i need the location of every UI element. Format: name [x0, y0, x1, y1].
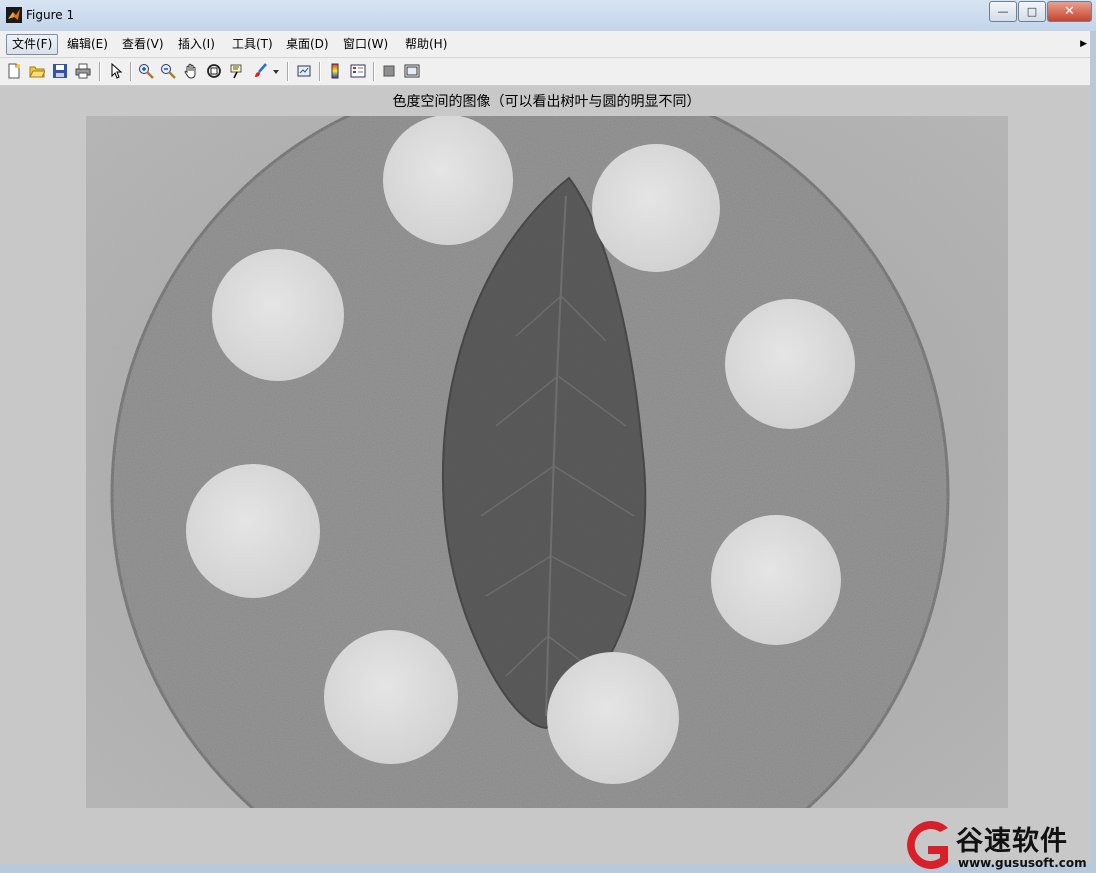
show-plot-tools-icon[interactable] — [402, 61, 422, 81]
menu-file[interactable]: 文件(F) — [6, 34, 59, 55]
print-icon[interactable] — [73, 61, 93, 81]
window-controls: — □ ✕ — [988, 1, 1092, 22]
hide-plot-tools-icon[interactable] — [379, 61, 399, 81]
menu-help[interactable]: 帮助(H) — [400, 35, 452, 54]
open-file-icon[interactable] — [27, 61, 47, 81]
legend-icon[interactable] — [348, 61, 368, 81]
new-figure-icon[interactable] — [4, 61, 24, 81]
rotate-3d-icon[interactable] — [204, 61, 224, 81]
toolbar-separator — [319, 62, 321, 81]
toolbar-separator — [99, 62, 101, 81]
link-plot-icon[interactable] — [294, 61, 314, 81]
matlab-logo-icon — [6, 7, 22, 23]
dropdown-arrow-icon[interactable] — [270, 61, 282, 81]
pointer-icon[interactable] — [106, 61, 126, 81]
toolbar-separator — [373, 62, 375, 81]
window-title: Figure 1 — [26, 8, 75, 22]
image-display — [86, 116, 1008, 808]
menu-insert[interactable]: 插入(I) — [173, 35, 220, 54]
maximize-button[interactable]: □ — [1018, 1, 1046, 22]
gususoft-logo-icon — [907, 821, 948, 869]
plot-title: 色度空间的图像（可以看出树叶与圆的明显不同） — [392, 94, 701, 110]
menu-bar: 文件(F) 编辑(E) 查看(V) 插入(I) 工具(T) 桌面(D) 窗口(W… — [0, 31, 1096, 58]
toolbar-separator — [287, 62, 289, 81]
figure-canvas[interactable]: 色度空间的图像（可以看出树叶与圆的明显不同） — [4, 86, 1089, 864]
watermark-url: www.gususoft.com — [958, 856, 1087, 870]
pan-hand-icon[interactable] — [181, 61, 201, 81]
watermark-brand: 谷速软件 — [956, 826, 1068, 857]
menu-view[interactable]: 查看(V) — [117, 35, 169, 54]
close-button[interactable]: ✕ — [1047, 1, 1092, 22]
brush-icon[interactable] — [250, 61, 270, 81]
minimize-button[interactable]: — — [989, 1, 1017, 22]
toolbar-separator — [130, 62, 132, 81]
data-cursor-icon[interactable] — [227, 61, 247, 81]
title-bar: Figure 1 — □ ✕ — [0, 0, 1096, 32]
colorbar-icon[interactable] — [325, 61, 345, 81]
save-icon[interactable] — [50, 61, 70, 81]
menu-edit[interactable]: 编辑(E) — [62, 35, 113, 54]
zoom-in-icon[interactable] — [136, 61, 156, 81]
menu-tools[interactable]: 工具(T) — [227, 35, 278, 54]
menu-desktop[interactable]: 桌面(D) — [281, 35, 334, 54]
window-right-border — [1090, 31, 1096, 873]
zoom-out-icon[interactable] — [158, 61, 178, 81]
menu-window[interactable]: 窗口(W) — [338, 35, 393, 54]
menu-dock-arrow-icon[interactable]: ▶ — [1080, 39, 1087, 49]
figure-toolbar — [0, 58, 1096, 86]
watermark: 谷速软件 www.gususoft.com — [898, 816, 1096, 873]
figure-window: Figure 1 — □ ✕ 文件(F) 编辑(E) 查看(V) 插入(I) 工… — [0, 0, 1096, 873]
